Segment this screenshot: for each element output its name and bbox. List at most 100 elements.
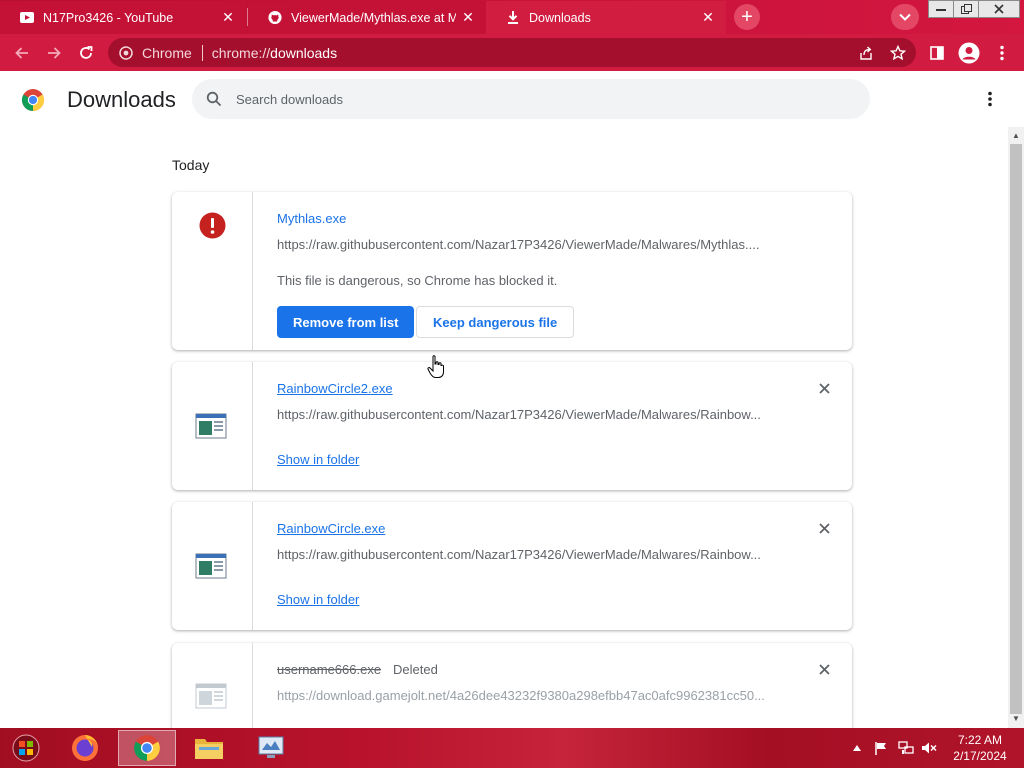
firefox-icon xyxy=(72,735,98,761)
url-host: downloads xyxy=(270,44,338,61)
close-icon xyxy=(818,382,830,394)
side-panel-icon xyxy=(930,46,944,60)
start-orb-icon xyxy=(12,734,40,762)
start-button[interactable] xyxy=(0,730,52,766)
remove-from-list-button[interactable]: Remove from list xyxy=(277,306,415,338)
downloads-header: Downloads xyxy=(0,71,1024,127)
close-tab-icon[interactable]: ✕ xyxy=(696,9,720,26)
reload-icon xyxy=(80,46,93,59)
github-icon xyxy=(268,10,282,25)
youtube-icon xyxy=(20,11,34,25)
tab-youtube[interactable]: N17Pro3426 - YouTube ✕ xyxy=(0,1,246,34)
forward-button[interactable] xyxy=(41,40,67,66)
omnibox-divider xyxy=(201,44,203,61)
tab-github[interactable]: ViewerMade/Mythlas.exe at Mal ✕ xyxy=(248,1,486,34)
downloads-menu-button[interactable] xyxy=(978,87,1002,111)
hand-cursor-icon xyxy=(427,355,444,378)
chrome-menu-button[interactable] xyxy=(989,40,1015,66)
site-chip-label: Chrome xyxy=(142,44,192,61)
taskbar-control-panel[interactable] xyxy=(242,730,300,766)
minimize-button[interactable] xyxy=(928,0,954,18)
remove-item-button[interactable] xyxy=(814,518,834,538)
close-icon xyxy=(818,663,830,675)
page-scrollbar[interactable]: ▲ ▼ xyxy=(1008,127,1024,728)
arrow-left-icon xyxy=(15,47,28,59)
close-tab-icon[interactable]: ✕ xyxy=(456,9,480,26)
taskbar-chrome[interactable] xyxy=(118,730,176,766)
download-status: Deleted xyxy=(393,662,438,677)
tab-title: N17Pro3426 - YouTube xyxy=(43,10,174,25)
download-icon xyxy=(506,11,520,25)
chrome-logo-icon xyxy=(21,89,45,111)
profile-button[interactable] xyxy=(956,40,982,66)
back-button[interactable] xyxy=(9,40,35,66)
download-item-dangerous: Mythlas.exe https://raw.githubuserconten… xyxy=(172,192,852,350)
chevron-up-icon xyxy=(853,745,861,751)
tab-search-button[interactable] xyxy=(891,4,919,30)
search-icon[interactable] xyxy=(204,89,224,109)
show-hidden-icons-button[interactable] xyxy=(850,728,864,768)
download-source-url: https://raw.githubusercontent.com/Nazar1… xyxy=(277,547,761,562)
show-in-folder-link[interactable]: Show in folder xyxy=(277,452,359,467)
system-clock[interactable]: 7:22 AM 2/17/2024 xyxy=(944,732,1016,764)
download-item: RainbowCircle.exe https://raw.githubuser… xyxy=(172,502,852,630)
download-item: RainbowCircle2.exe https://raw.githubuse… xyxy=(172,362,852,490)
avatar-icon xyxy=(958,42,980,64)
tab-title: Downloads xyxy=(529,10,591,25)
chrome-icon xyxy=(134,735,160,761)
star-icon xyxy=(890,45,906,61)
scroll-up-icon[interactable]: ▲ xyxy=(1012,131,1020,140)
chevron-down-icon xyxy=(899,13,911,21)
download-filename[interactable]: RainbowCircle2.exe xyxy=(277,381,393,396)
restore-button[interactable] xyxy=(953,0,979,18)
tab-title: ViewerMade/Mythlas.exe at Mal xyxy=(291,10,456,25)
address-bar[interactable]: Chrome chrome:// downloads xyxy=(108,38,916,67)
bookmark-button[interactable] xyxy=(885,40,911,66)
clock-date: 2/17/2024 xyxy=(953,749,1007,763)
danger-warning-text: This file is dangerous, so Chrome has bl… xyxy=(277,273,558,288)
taskbar-file-explorer[interactable] xyxy=(180,730,238,766)
download-source-url: https://raw.githubusercontent.com/Nazar1… xyxy=(277,237,760,252)
chrome-site-icon xyxy=(118,45,134,61)
new-tab-button[interactable]: + xyxy=(734,4,760,30)
keep-dangerous-file-button[interactable]: Keep dangerous file xyxy=(416,306,575,338)
side-panel-button[interactable] xyxy=(924,40,950,66)
download-filename[interactable]: RainbowCircle.exe xyxy=(277,521,385,536)
download-filename: username666.exe xyxy=(277,662,382,677)
download-item-deleted: username666.exe Deleted https://download… xyxy=(172,643,852,728)
reload-button[interactable] xyxy=(73,40,99,66)
date-section-label: Today xyxy=(172,157,210,173)
remove-item-button[interactable] xyxy=(814,659,834,679)
tab-strip: N17Pro3426 - YouTube ✕ ViewerMade/Mythla… xyxy=(0,0,1024,34)
action-center-flag-icon[interactable] xyxy=(872,728,890,768)
windows-taskbar: 7:22 AM 2/17/2024 xyxy=(0,728,1024,768)
clock-time: 7:22 AM xyxy=(957,733,1003,747)
search-downloads-box[interactable] xyxy=(192,79,870,119)
share-icon xyxy=(860,46,872,60)
scrollbar-thumb[interactable] xyxy=(1010,144,1022,714)
executable-file-icon xyxy=(195,412,227,440)
kebab-menu-icon xyxy=(988,91,992,107)
page-title: Downloads xyxy=(67,87,176,112)
downloads-list: Today Mythlas.exe https://raw.githubuser… xyxy=(0,127,1008,728)
browser-toolbar: Chrome chrome:// downloads xyxy=(0,34,1024,71)
download-source-url: https://raw.githubusercontent.com/Nazar1… xyxy=(277,407,761,422)
close-window-button[interactable] xyxy=(978,0,1020,18)
scroll-down-icon[interactable]: ▼ xyxy=(1012,714,1020,723)
executable-file-icon xyxy=(195,552,227,580)
search-input[interactable] xyxy=(236,91,836,107)
share-button[interactable] xyxy=(853,40,879,66)
close-tab-icon[interactable]: ✕ xyxy=(216,9,240,26)
folder-icon xyxy=(195,739,223,759)
show-in-folder-link[interactable]: Show in folder xyxy=(277,592,359,607)
danger-icon xyxy=(198,211,226,239)
download-filename[interactable]: Mythlas.exe xyxy=(277,211,346,226)
tab-downloads[interactable]: Downloads ✕ xyxy=(486,1,726,34)
network-icon[interactable] xyxy=(896,728,916,768)
remove-item-button[interactable] xyxy=(814,378,834,398)
volume-muted-icon[interactable] xyxy=(920,728,938,768)
executable-file-icon xyxy=(195,682,227,710)
close-icon xyxy=(818,522,830,534)
kebab-menu-icon xyxy=(1000,45,1004,61)
taskbar-firefox[interactable] xyxy=(56,730,114,766)
